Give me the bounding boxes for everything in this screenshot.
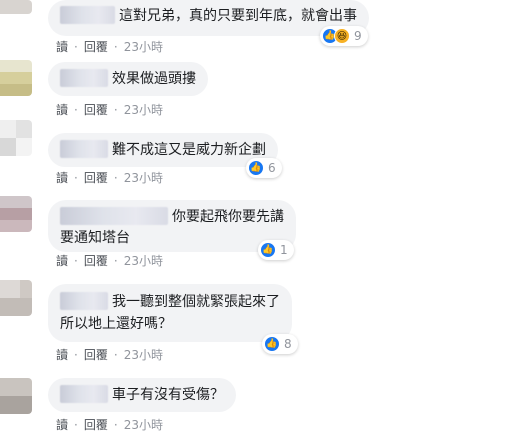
comment-actions: 讀 · 回覆 · 23小時 bbox=[56, 418, 163, 432]
commenter-name[interactable] bbox=[60, 207, 168, 225]
like-icon: 👍 bbox=[248, 160, 264, 176]
reaction-count: 8 bbox=[284, 337, 292, 351]
timestamp[interactable]: 23小時 bbox=[124, 254, 163, 268]
avatar[interactable] bbox=[0, 280, 32, 316]
comment-actions: 讀 · 回覆 · 23小時 bbox=[56, 40, 163, 54]
commenter-name[interactable] bbox=[60, 385, 108, 403]
reply-link[interactable]: 回覆 bbox=[84, 103, 108, 117]
like-icon: 👍 bbox=[260, 242, 276, 258]
comment-actions: 讀 · 回覆 · 23小時 bbox=[56, 254, 163, 268]
timestamp[interactable]: 23小時 bbox=[124, 103, 163, 117]
read-link[interactable]: 讀 bbox=[56, 418, 68, 432]
avatar[interactable] bbox=[0, 0, 32, 14]
read-link[interactable]: 讀 bbox=[56, 40, 68, 54]
reaction-summary[interactable]: 👍 1 bbox=[258, 240, 294, 260]
comment-text-line2: 要通知塔台 bbox=[60, 230, 130, 246]
reply-link[interactable]: 回覆 bbox=[84, 171, 108, 185]
read-link[interactable]: 讀 bbox=[56, 348, 68, 362]
reply-link[interactable]: 回覆 bbox=[84, 348, 108, 362]
avatar[interactable] bbox=[0, 196, 32, 232]
comment-text-line2: 所以地上還好嗎？ bbox=[60, 316, 172, 332]
comment-actions: 讀 · 回覆 · 23小時 bbox=[56, 348, 163, 362]
comment-bubble: 車子有沒有受傷？ bbox=[48, 378, 236, 412]
reaction-summary[interactable]: 👍 😆 9 bbox=[320, 26, 368, 46]
reaction-count: 9 bbox=[354, 29, 362, 43]
like-icon: 👍 bbox=[264, 336, 280, 352]
reaction-count: 6 bbox=[268, 161, 276, 175]
comment-bubble: 我一聽到整個就緊張起來了 所以地上還好嗎？ bbox=[48, 284, 292, 342]
comment-text: 我一聽到整個就緊張起來了 bbox=[112, 294, 280, 310]
reaction-summary[interactable]: 👍 8 bbox=[262, 334, 298, 354]
avatar[interactable] bbox=[0, 120, 32, 156]
comment-text: 這對兄弟，真的只要到年底，就會出事 bbox=[119, 8, 357, 24]
avatar[interactable] bbox=[0, 60, 32, 96]
comment-text: 難不成這又是威力新企劃 bbox=[112, 142, 266, 158]
read-link[interactable]: 讀 bbox=[56, 103, 68, 117]
timestamp[interactable]: 23小時 bbox=[124, 40, 163, 54]
comment-text: 車子有沒有受傷？ bbox=[112, 387, 224, 403]
comment-text: 你要起飛你要先講 bbox=[172, 209, 284, 225]
reaction-summary[interactable]: 👍 6 bbox=[246, 158, 282, 178]
haha-icon: 😆 bbox=[334, 28, 350, 44]
read-link[interactable]: 讀 bbox=[56, 254, 68, 268]
timestamp[interactable]: 23小時 bbox=[124, 171, 163, 185]
comment-bubble: 效果做過頭摟 bbox=[48, 62, 208, 96]
commenter-name[interactable] bbox=[60, 140, 108, 158]
comment-bubble: 難不成這又是威力新企劃 bbox=[48, 133, 278, 167]
reply-link[interactable]: 回覆 bbox=[84, 254, 108, 268]
avatar[interactable] bbox=[0, 378, 32, 414]
commenter-name[interactable] bbox=[60, 292, 108, 310]
reply-link[interactable]: 回覆 bbox=[84, 418, 108, 432]
timestamp[interactable]: 23小時 bbox=[124, 418, 163, 432]
reaction-count: 1 bbox=[280, 243, 288, 257]
comment-text: 效果做過頭摟 bbox=[112, 71, 196, 87]
comment-actions: 讀 · 回覆 · 23小時 bbox=[56, 103, 163, 117]
reply-link[interactable]: 回覆 bbox=[84, 40, 108, 54]
comment-actions: 讀 · 回覆 · 23小時 bbox=[56, 171, 163, 185]
commenter-name[interactable] bbox=[60, 69, 108, 87]
read-link[interactable]: 讀 bbox=[56, 171, 68, 185]
timestamp[interactable]: 23小時 bbox=[124, 348, 163, 362]
commenter-name[interactable] bbox=[60, 6, 115, 24]
